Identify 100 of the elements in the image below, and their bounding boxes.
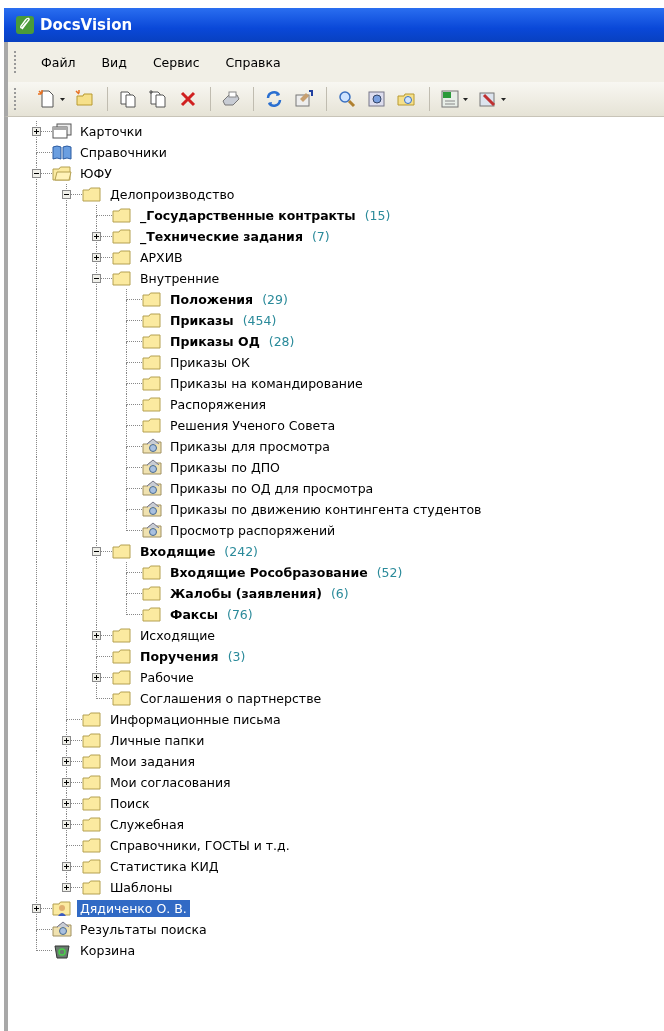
search-folder-icon	[142, 501, 162, 518]
search-folder-icon	[142, 459, 162, 476]
folder-icon	[142, 375, 162, 392]
item-count: (454)	[242, 313, 277, 328]
tree-item[interactable]: Рабочие	[137, 669, 197, 686]
refresh-icon	[264, 89, 284, 109]
expand-toggle[interactable]	[62, 757, 71, 766]
folder-icon	[112, 270, 132, 287]
expand-toggle[interactable]	[62, 736, 71, 745]
item-count: (28)	[268, 334, 295, 349]
tree-item[interactable]: Приказы для просмотра	[167, 438, 333, 455]
tree-item[interactable]: Мои задания	[107, 753, 198, 770]
tree-item[interactable]: Статистика КИД	[107, 858, 222, 875]
window-title: DocsVision	[40, 16, 133, 34]
book-icon	[52, 144, 72, 161]
folder-icon	[112, 627, 132, 644]
folder-icon	[82, 186, 102, 203]
collapse-toggle[interactable]	[62, 190, 71, 199]
tree-item[interactable]: Делопроизводство	[107, 186, 238, 203]
search-icon	[337, 89, 357, 109]
tree-item[interactable]: Корзина	[77, 942, 139, 959]
user-folder-icon	[52, 900, 72, 917]
tree-item[interactable]: Жалобы (заявления)	[167, 585, 325, 602]
search-folder-icon	[142, 522, 162, 539]
tree-item[interactable]: Входящие	[137, 543, 219, 560]
expand-toggle[interactable]	[62, 820, 71, 829]
folder-icon	[112, 690, 132, 707]
menu-item[interactable]: Справка	[217, 51, 289, 73]
tree-item[interactable]: Распоряжения	[167, 396, 270, 413]
tree-item[interactable]: Приказы по ДПО	[167, 459, 283, 476]
tree-item[interactable]: Поиск	[107, 795, 153, 812]
search-folder-icon	[142, 438, 162, 455]
menu-item[interactable]: Вид	[93, 51, 135, 73]
folder-icon	[82, 753, 102, 770]
tree-item[interactable]: Результаты поиска	[77, 921, 210, 938]
caret-icon	[60, 97, 65, 101]
tree-item[interactable]: Служебная	[107, 816, 188, 833]
folder-icon	[112, 648, 132, 665]
tree-item[interactable]: Информационные письма	[107, 711, 284, 728]
tree-item[interactable]: Приказы	[167, 312, 237, 329]
tree-item[interactable]: Поручения	[137, 648, 222, 665]
tree-item[interactable]: Решения Ученого Совета	[167, 417, 339, 434]
folder-icon	[82, 795, 102, 812]
tree-item[interactable]: Соглашения о партнерстве	[137, 690, 325, 707]
expand-toggle[interactable]	[92, 631, 101, 640]
collapse-toggle[interactable]	[92, 274, 101, 283]
folder-icon	[142, 606, 162, 623]
expand-toggle[interactable]	[62, 799, 71, 808]
tree-item[interactable]: Приказы по движению контингента студентов	[167, 501, 485, 518]
expand-toggle[interactable]	[92, 673, 101, 682]
folder-icon	[82, 879, 102, 896]
printer-icon	[221, 89, 241, 109]
tree-item[interactable]: Мои согласования	[107, 774, 234, 791]
menu-item[interactable]: Файл	[33, 51, 84, 73]
expand-toggle[interactable]	[62, 862, 71, 871]
tree-item[interactable]: Личные папки	[107, 732, 208, 749]
menu-item[interactable]: Сервис	[144, 51, 208, 73]
spreadsheet-icon	[440, 89, 460, 109]
tree-item[interactable]: Приказы по ОД для просмотра	[167, 480, 377, 497]
paperclip-icon	[16, 16, 34, 34]
search-folder-icon	[142, 480, 162, 497]
item-count: (242)	[224, 544, 258, 559]
expand-toggle[interactable]	[92, 232, 101, 241]
tree-item[interactable]: Исходящие	[137, 627, 219, 644]
tree-item[interactable]: Положения	[167, 291, 257, 308]
tree-item[interactable]: _Государственные контракты	[137, 207, 359, 224]
tree-item[interactable]: Дядиченко О. В.	[77, 900, 190, 917]
tree-item[interactable]: Входящие Рособразование	[167, 564, 371, 581]
folder-icon	[52, 165, 72, 182]
collapse-toggle[interactable]	[32, 169, 41, 178]
tree-item[interactable]: ЮФУ	[77, 165, 115, 182]
item-count: (52)	[376, 565, 403, 580]
tree-item[interactable]: Приказы ОД	[167, 333, 263, 350]
tree-item[interactable]: Внутренние	[137, 270, 223, 287]
tree-item[interactable]: Приказы ОК	[167, 354, 253, 371]
tree-item[interactable]: Справочники	[77, 144, 170, 161]
item-count: (6)	[331, 586, 349, 601]
item-count: (15)	[364, 208, 391, 223]
folder-icon	[142, 291, 162, 308]
tree-item[interactable]: Приказы на командирование	[167, 375, 366, 392]
item-count: (29)	[262, 292, 288, 307]
expand-toggle[interactable]	[62, 883, 71, 892]
copy-icon	[118, 89, 138, 109]
collapse-toggle[interactable]	[92, 547, 101, 556]
tree-item[interactable]: Просмотр распоряжений	[167, 522, 339, 539]
new-document-icon	[37, 89, 57, 109]
folder-icon	[142, 585, 162, 602]
folder-icon	[112, 228, 132, 245]
expand-toggle[interactable]	[32, 127, 41, 136]
tree-item[interactable]: Справочники, ГОСТЫ и т.д.	[107, 837, 293, 854]
tree-item[interactable]: АРХИВ	[137, 249, 186, 266]
tree-item[interactable]: Факсы	[167, 606, 222, 623]
tree-item[interactable]: Шаблоны	[107, 879, 176, 896]
expand-toggle[interactable]	[32, 904, 41, 913]
tree-item[interactable]: Карточки	[77, 123, 146, 140]
expand-toggle[interactable]	[62, 778, 71, 787]
expand-toggle[interactable]	[92, 253, 101, 262]
tree-item[interactable]: _Технические задания	[137, 228, 306, 245]
folder-icon	[112, 207, 132, 224]
caret-icon	[501, 97, 506, 101]
